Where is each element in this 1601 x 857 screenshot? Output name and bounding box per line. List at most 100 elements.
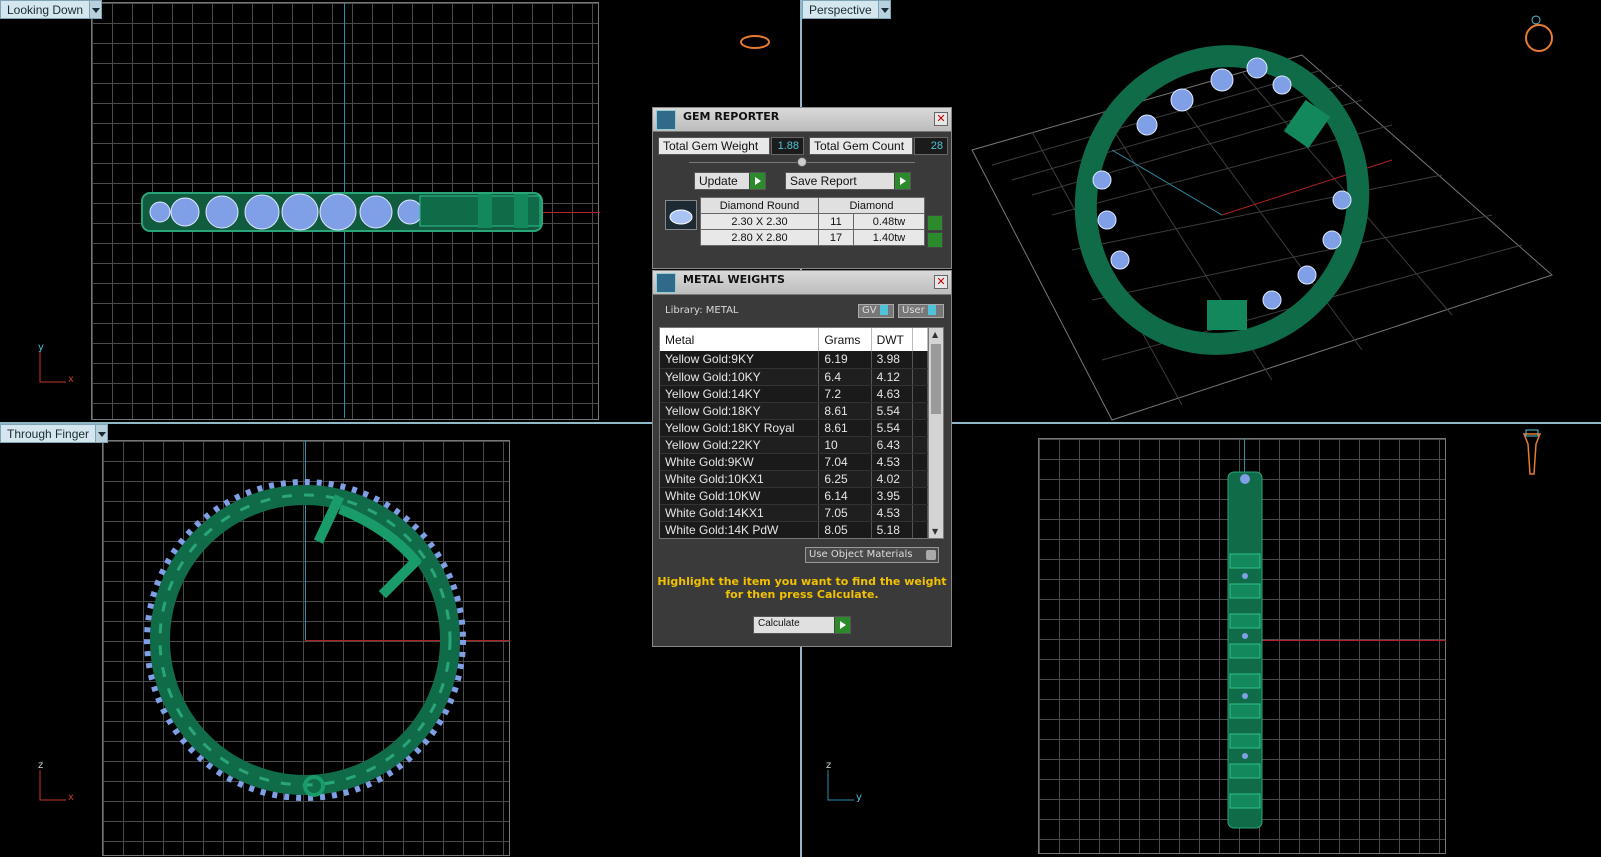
metal-grams: 8.61 <box>818 402 872 420</box>
table-row[interactable]: White Gold:14KX1 7.05 4.53 <box>660 504 928 522</box>
metal-name: Yellow Gold:10KY <box>660 368 820 386</box>
user-toggle-label: User <box>902 305 925 316</box>
metal-grams: 10 <box>818 436 872 454</box>
metal-name: White Gold:14K PdW <box>660 521 820 538</box>
play-arrow-icon <box>894 173 910 189</box>
metal-grams: 7.04 <box>818 453 872 471</box>
viewport-label-through-finger[interactable]: Through Finger <box>0 424 109 443</box>
viewport-label-perspective[interactable]: Perspective <box>802 0 891 19</box>
table-row[interactable]: Yellow Gold:18KY Royal 8.61 5.54 <box>660 419 928 437</box>
metal-weights-icon <box>656 273 676 293</box>
chevron-down-icon[interactable] <box>95 425 108 442</box>
gem-size: 2.30 X 2.30 <box>700 213 819 230</box>
axis-triad: y x <box>38 342 74 385</box>
scroll-down-icon[interactable]: ▼ <box>932 527 938 536</box>
metal-grams: 8.61 <box>818 419 872 437</box>
metal-dwt: 4.53 <box>871 453 914 471</box>
gem-size: 2.80 X 2.80 <box>700 229 819 246</box>
metal-name: White Gold:14KX1 <box>660 504 820 522</box>
metal-list[interactable]: Metal Grams DWT Yellow Gold:9KY 6.19 3.98 … <box>659 327 944 539</box>
metal-name: White Gold:10KW <box>660 487 820 505</box>
column-header-grams[interactable]: Grams <box>818 328 872 351</box>
metal-weights-panel[interactable]: METAL WEIGHTS ✕ Library: METAL GV User M… <box>652 270 952 647</box>
select-row-2-button[interactable] <box>927 232 943 248</box>
play-arrow-icon <box>834 617 850 633</box>
diamond-gem-icon <box>665 200 697 230</box>
metal-dwt: 6.43 <box>871 436 914 454</box>
close-icon[interactable]: ✕ <box>934 112 948 126</box>
viewport-label-looking-down[interactable]: Looking Down <box>0 0 103 19</box>
table-row[interactable]: White Gold:14K PdW 8.05 5.18 <box>660 521 928 538</box>
play-arrow-icon <box>749 173 765 189</box>
column-header-dwt[interactable]: DWT <box>871 328 914 351</box>
metal-dwt: 4.12 <box>871 368 914 386</box>
gem-table-header-shape: Diamond Round <box>700 197 819 214</box>
calculate-hint-line-2: for then press Calculate. <box>725 588 879 601</box>
gem-weight: 1.40tw <box>853 229 925 246</box>
metal-name: Yellow Gold:22KY <box>660 436 820 454</box>
gem-count: 17 <box>818 229 854 246</box>
table-row[interactable]: 2.30 X 2.30 11 0.48tw <box>700 213 925 230</box>
gem-reporter-header[interactable]: GEM REPORTER ✕ <box>653 108 951 132</box>
metal-dwt: 5.54 <box>871 419 914 437</box>
calculate-button-label: Calculate <box>758 618 800 629</box>
table-row[interactable]: Yellow Gold:22KY 10 6.43 <box>660 436 928 454</box>
metal-grams: 6.14 <box>818 487 872 505</box>
gv-toggle-label: GV <box>862 305 877 316</box>
user-toggle[interactable]: User <box>898 304 944 318</box>
select-row-1-button[interactable] <box>927 215 943 231</box>
metal-dwt: 4.53 <box>871 504 914 522</box>
gem-reporter-panel[interactable]: GEM REPORTER ✕ Total Gem Weight 1.88 Tot… <box>652 107 952 269</box>
metal-grams: 7.05 <box>818 504 872 522</box>
metal-list-scrollbar[interactable]: ▲ ▼ <box>928 328 943 538</box>
gv-toggle[interactable]: GV <box>858 304 894 318</box>
chevron-down-icon[interactable] <box>89 1 102 18</box>
column-header-spacer <box>912 328 928 351</box>
table-row[interactable]: Yellow Gold:9KY 6.19 3.98 <box>660 351 928 369</box>
splitter-knob-icon[interactable] <box>797 157 807 167</box>
use-object-materials-label: Use Object Materials <box>809 549 913 560</box>
table-row[interactable]: White Gold:10KW 6.14 3.95 <box>660 487 928 505</box>
gem-table: Diamond Round Diamond 2.30 X 2.30 11 0.4… <box>700 197 925 246</box>
update-button-label: Update <box>699 174 738 188</box>
metal-grams: 7.2 <box>818 385 872 403</box>
chevron-down-icon[interactable] <box>877 1 890 18</box>
table-row[interactable]: White Gold:9KW 7.04 4.53 <box>660 453 928 471</box>
metal-name: White Gold:10KX1 <box>660 470 820 488</box>
table-row[interactable]: White Gold:10KX1 6.25 4.02 <box>660 470 928 488</box>
table-row[interactable]: Yellow Gold:14KY 7.2 4.63 <box>660 385 928 403</box>
update-button[interactable]: Update <box>694 172 766 190</box>
table-row[interactable]: 2.80 X 2.80 17 1.40tw <box>700 229 925 246</box>
metal-dwt: 5.18 <box>871 521 914 538</box>
metal-name: Yellow Gold:9KY <box>660 351 820 369</box>
calculate-button[interactable]: Calculate <box>753 616 851 634</box>
gem-reporter-icon <box>656 110 676 130</box>
metal-grams: 6.19 <box>818 351 872 369</box>
save-report-button[interactable]: Save Report <box>785 172 911 190</box>
library-label: Library: METAL <box>665 305 739 316</box>
metal-name: Yellow Gold:18KY <box>660 402 820 420</box>
column-header-metal[interactable]: Metal <box>660 328 820 351</box>
toggle-indicator-icon <box>926 550 936 560</box>
metal-name: Yellow Gold:14KY <box>660 385 820 403</box>
metal-name: White Gold:9KW <box>660 453 820 471</box>
scrollbar-thumb[interactable] <box>931 344 941 414</box>
gem-table-header-material: Diamond <box>818 197 925 214</box>
scroll-up-icon[interactable]: ▲ <box>932 330 938 339</box>
metal-weights-title: METAL WEIGHTS <box>683 273 785 286</box>
metal-dwt: 4.02 <box>871 470 914 488</box>
table-row[interactable]: Yellow Gold:10KY 6.4 4.12 <box>660 368 928 386</box>
gem-weight: 0.48tw <box>853 213 925 230</box>
close-icon[interactable]: ✕ <box>934 275 948 289</box>
metal-dwt: 3.95 <box>871 487 914 505</box>
table-row[interactable]: Yellow Gold:18KY 8.61 5.54 <box>660 402 928 420</box>
metal-grams: 6.4 <box>818 368 872 386</box>
metal-dwt: 5.54 <box>871 402 914 420</box>
metal-name: Yellow Gold:18KY Royal <box>660 419 820 437</box>
total-gem-weight-label: Total Gem Weight <box>658 137 770 155</box>
use-object-materials-toggle[interactable]: Use Object Materials <box>805 547 939 563</box>
calculate-hint-line-1: Highlight the item you want to find the … <box>657 575 947 588</box>
calculate-hint: Highlight the item you want to find the … <box>653 575 951 601</box>
metal-weights-header[interactable]: METAL WEIGHTS ✕ <box>653 271 951 295</box>
total-gem-weight-value: 1.88 <box>771 137 804 155</box>
